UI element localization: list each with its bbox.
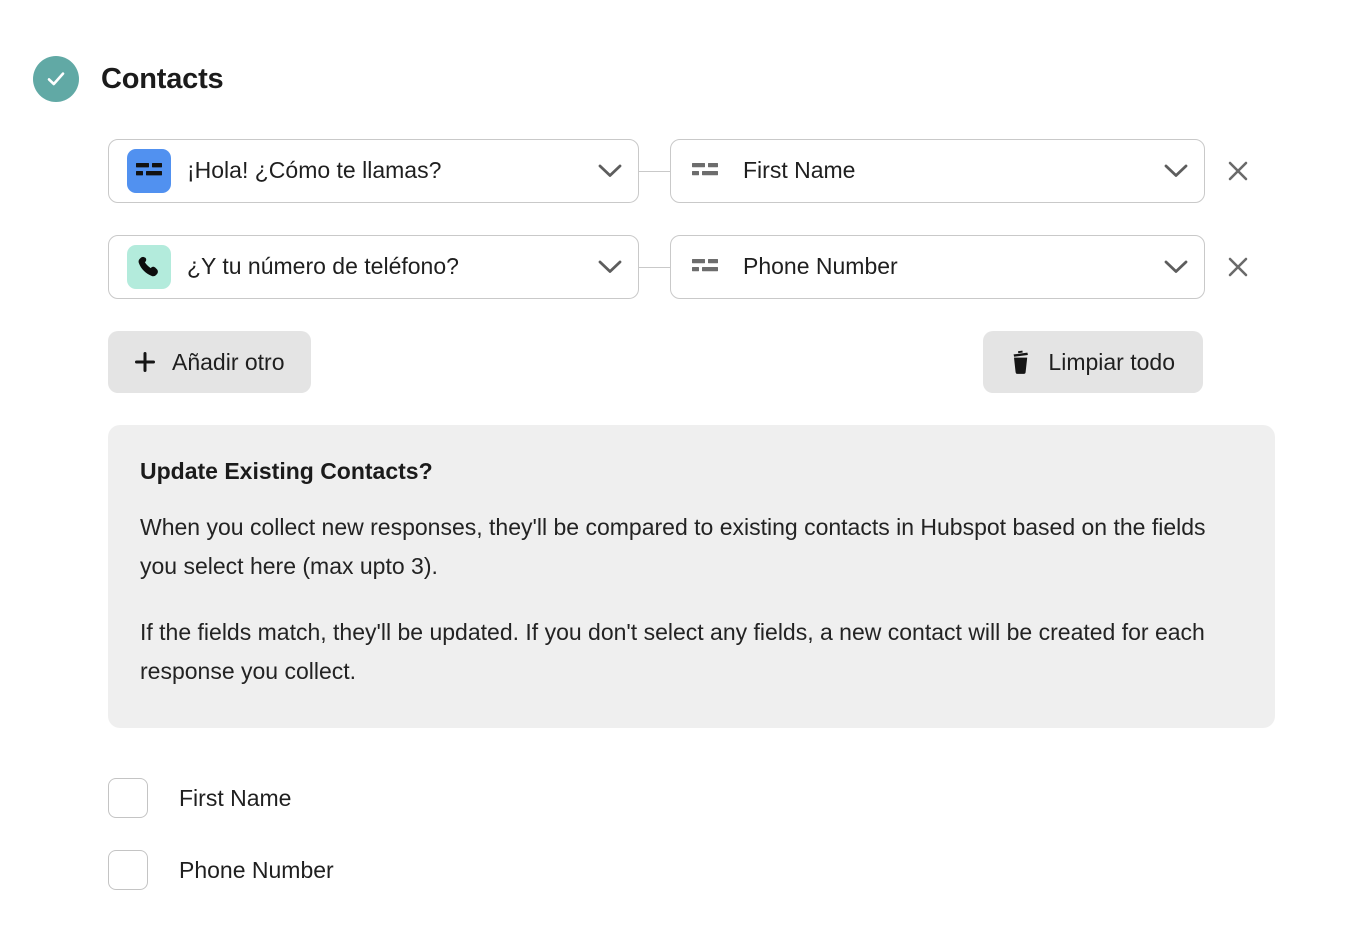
list-item[interactable]: Phone Number bbox=[108, 848, 334, 892]
table-row: ¡Hola! ¿Cómo te llamas? First Name bbox=[108, 139, 1288, 203]
close-icon bbox=[1228, 161, 1248, 181]
field-mapping-list: ¡Hola! ¿Cómo te llamas? First Name ¿Y tu… bbox=[108, 139, 1288, 331]
checkbox-phone-number[interactable] bbox=[108, 850, 148, 890]
chevron-down-icon bbox=[1164, 164, 1188, 177]
source-question-select-1[interactable]: ¡Hola! ¿Cómo te llamas? bbox=[108, 139, 639, 203]
source-question-label-1: ¡Hola! ¿Cómo te llamas? bbox=[187, 157, 442, 184]
short-text-icon bbox=[689, 256, 721, 278]
info-paragraph-2: If the fields match, they'll be updated.… bbox=[140, 618, 1205, 685]
chevron-down-icon bbox=[598, 164, 622, 177]
contacts-integration-panel: Contacts ¡Hola! ¿Cómo te llamas? First N… bbox=[0, 0, 1370, 946]
match-fields-checkbox-list: First Name Phone Number bbox=[108, 776, 334, 920]
target-field-label-2: Phone Number bbox=[743, 253, 898, 280]
source-question-select-2[interactable]: ¿Y tu número de teléfono? bbox=[108, 235, 639, 299]
checkbox-label-phone-number: Phone Number bbox=[179, 856, 334, 883]
table-row: ¿Y tu número de teléfono? Phone Number bbox=[108, 235, 1288, 299]
section-header: Contacts bbox=[33, 56, 224, 102]
trash-icon bbox=[1014, 350, 1029, 374]
chevron-down-icon bbox=[598, 260, 622, 273]
chevron-down-icon bbox=[1164, 260, 1188, 273]
mapping-connector-line bbox=[639, 171, 670, 172]
target-field-select-1[interactable]: First Name bbox=[670, 139, 1205, 203]
update-existing-contacts-info: Update Existing Contacts? When you colle… bbox=[108, 425, 1275, 728]
checkbox-label-first-name: First Name bbox=[179, 784, 292, 811]
check-circle-icon bbox=[33, 56, 79, 102]
short-text-icon bbox=[689, 160, 721, 182]
phone-icon bbox=[127, 245, 171, 289]
checkbox-first-name[interactable] bbox=[108, 778, 148, 818]
add-another-button[interactable]: Añadir otro bbox=[108, 331, 311, 393]
target-field-label-1: First Name bbox=[743, 157, 856, 184]
mapping-actions: Añadir otro Limpiar todo bbox=[108, 331, 1203, 393]
info-paragraph-1: When you collect new responses, they'll … bbox=[140, 513, 1206, 580]
clear-all-button[interactable]: Limpiar todo bbox=[983, 331, 1203, 393]
list-item[interactable]: First Name bbox=[108, 776, 334, 820]
remove-mapping-button-1[interactable] bbox=[1217, 150, 1259, 192]
add-another-label: Añadir otro bbox=[172, 348, 285, 375]
mapping-connector-line bbox=[639, 267, 670, 268]
short-text-icon bbox=[127, 149, 171, 193]
clear-all-label: Limpiar todo bbox=[1048, 348, 1175, 375]
page-title: Contacts bbox=[101, 62, 224, 95]
plus-icon bbox=[135, 352, 155, 372]
info-title: Update Existing Contacts? bbox=[140, 458, 433, 484]
target-field-select-2[interactable]: Phone Number bbox=[670, 235, 1205, 299]
close-icon bbox=[1228, 257, 1248, 277]
remove-mapping-button-2[interactable] bbox=[1217, 246, 1259, 288]
source-question-label-2: ¿Y tu número de teléfono? bbox=[187, 253, 459, 280]
